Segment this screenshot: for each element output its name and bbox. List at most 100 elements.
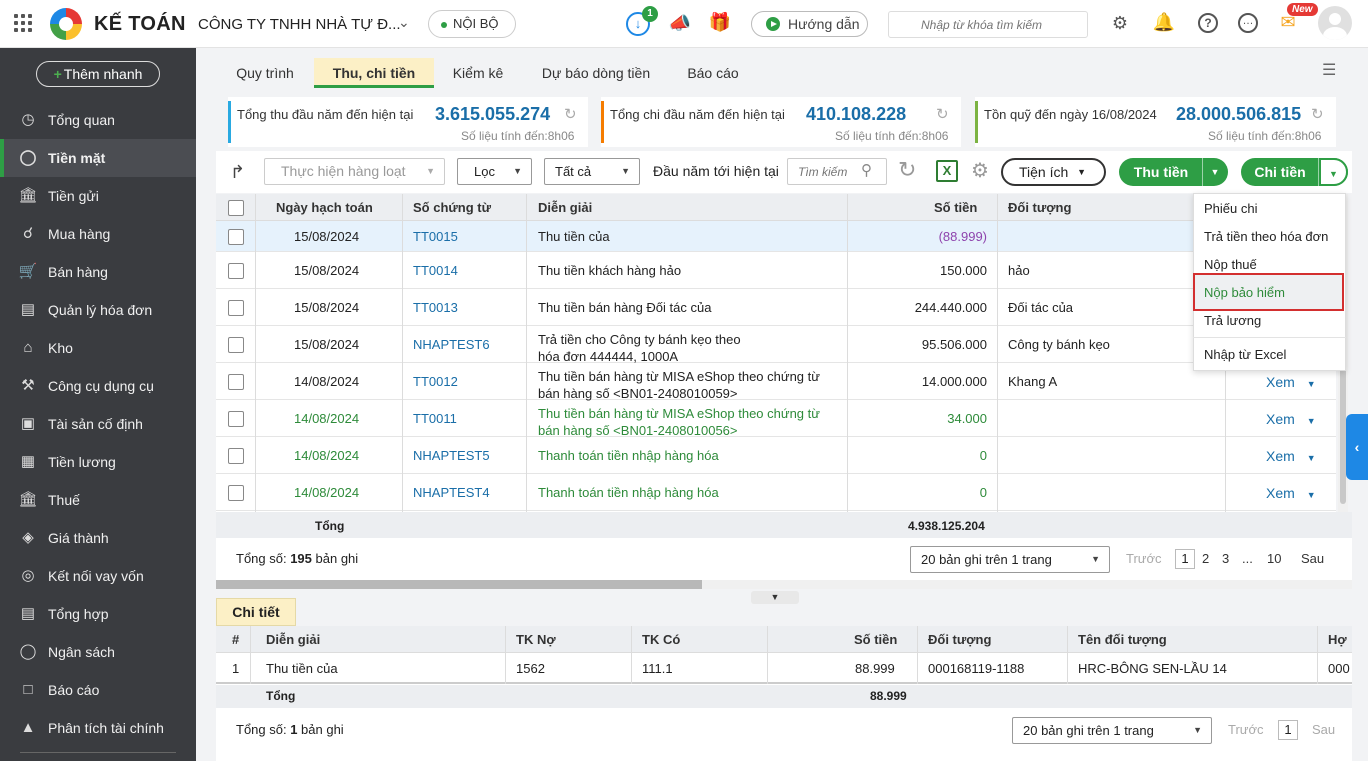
guide-button[interactable]: Hướng dẫn: [751, 11, 868, 37]
scroll-thumb[interactable]: [216, 580, 702, 589]
app-grid-icon[interactable]: [14, 14, 32, 32]
table-row[interactable]: 15/08/2024 TT0013 Thu tiền bán hàng Đối tá…: [216, 289, 1336, 326]
refresh-icon[interactable]: ↻: [564, 105, 577, 123]
row-checkbox[interactable]: [228, 337, 244, 353]
receive-money-button[interactable]: Thu tiền ▼: [1119, 158, 1228, 186]
row-doc-link[interactable]: TT0011: [413, 410, 457, 428]
detail-row[interactable]: 1 Thu tiền của 1562 111.1 88.999 0001681…: [216, 653, 1352, 684]
sidebar-item-report[interactable]: □ Báo cáo: [0, 671, 196, 709]
sidebar-item-loan[interactable]: ◎ Kết nối vay vốn: [0, 557, 196, 595]
sort-arrow-icon[interactable]: ↱: [230, 162, 245, 183]
refresh-icon[interactable]: ↻: [898, 157, 916, 183]
scope-selector[interactable]: NỘI BỘ: [428, 10, 516, 38]
bell-icon[interactable]: 🔔: [1152, 12, 1176, 33]
chevron-down-icon[interactable]: ⌄: [398, 14, 410, 31]
table-row[interactable]: 15/08/2024 TT0015 Thu tiền của (88.999): [216, 221, 1336, 252]
row-doc-link[interactable]: TT0013: [413, 299, 458, 317]
prev-page[interactable]: Trước: [1126, 551, 1162, 566]
table-row[interactable]: 14/08/2024 TT0011 Thu tiền bán hàng từ MIS…: [216, 400, 1336, 438]
row-view-button[interactable]: Xem ▼: [1266, 447, 1316, 467]
detail-page-1[interactable]: 1: [1278, 720, 1298, 740]
caret-down-icon[interactable]: ▼: [1307, 490, 1316, 500]
sidebar-item-bag[interactable]: ☌ Mua hàng: [0, 215, 196, 253]
sidebar-item-dashboard[interactable]: ◷ Tổng quan: [0, 101, 196, 139]
next-page[interactable]: Sau: [1301, 551, 1324, 566]
row-checkbox[interactable]: [228, 300, 244, 316]
page-2[interactable]: 2: [1202, 551, 1209, 566]
row-view-button[interactable]: Xem ▼: [1266, 484, 1316, 504]
add-quick-button[interactable]: + Thêm nhanh: [36, 61, 160, 87]
caret-down-icon[interactable]: ▼: [1202, 158, 1228, 186]
search-icon[interactable]: ⚲: [861, 161, 872, 179]
menu-item-pay-insurance[interactable]: Nộp bảo hiểm: [1204, 285, 1285, 300]
row-checkbox[interactable]: [228, 448, 244, 464]
caret-down-icon[interactable]: ▼: [1307, 379, 1316, 389]
settings-gear-icon[interactable]: ⚙: [1108, 13, 1132, 34]
tab-process[interactable]: Quy trình: [226, 58, 304, 88]
detail-prev-page[interactable]: Trước: [1228, 722, 1264, 737]
sidebar-item-analytics[interactable]: ▲ Phân tích tài chính: [0, 709, 196, 747]
sidebar-item-summary[interactable]: ▤ Tổng hợp: [0, 595, 196, 633]
caret-down-icon[interactable]: ▼: [1307, 416, 1316, 426]
menu-item-payment-voucher[interactable]: Phiếu chi: [1204, 201, 1257, 216]
more-icon[interactable]: …: [1238, 13, 1258, 33]
spend-money-button[interactable]: Chi tiền ▼: [1241, 158, 1348, 186]
detail-page-size-select[interactable]: 20 bản ghi trên 1 trang ▼: [1012, 717, 1212, 744]
sidebar-item-invoice[interactable]: ▤ Quản lý hóa đơn: [0, 291, 196, 329]
avatar[interactable]: [1318, 6, 1352, 40]
sidebar-item-price-tag[interactable]: ◈ Giá thành: [0, 519, 196, 557]
select-all-checkbox[interactable]: [228, 200, 244, 216]
row-checkbox[interactable]: [228, 411, 244, 427]
tab-cashflow-forecast[interactable]: Dự báo dòng tiền: [530, 58, 662, 88]
table-row[interactable]: 14/08/2024 TT0012 Thu tiền bán hàng từ MIS…: [216, 363, 1336, 401]
row-doc-link[interactable]: NHAPTEST4: [413, 484, 490, 502]
sidebar-item-budget[interactable]: ◯ Ngân sách: [0, 633, 196, 671]
sidebar-item-asset[interactable]: ▣ Tài sản cố định: [0, 405, 196, 443]
menu-item-pay-tax[interactable]: Nộp thuế: [1204, 257, 1257, 272]
utilities-button[interactable]: Tiện ích ▼: [1001, 158, 1106, 186]
horizontal-scrollbar[interactable]: [216, 580, 1352, 589]
help-icon[interactable]: ?: [1198, 13, 1218, 33]
sidebar-item-bank[interactable]: 🏛 Tiền gửi: [0, 177, 196, 215]
table-row[interactable]: 14/08/2024 NHAPTEST4 Thanh toán tiền nhập …: [216, 474, 1336, 511]
col-description[interactable]: Diễn giải: [538, 194, 592, 221]
tab-inventory-check[interactable]: Kiểm kê: [444, 58, 512, 88]
row-doc-link[interactable]: TT0015: [413, 228, 458, 246]
sidebar-item-cash[interactable]: ◯ Tiền mặt: [0, 139, 196, 177]
page-10[interactable]: 10: [1267, 551, 1281, 566]
megaphone-icon[interactable]: 📣: [668, 13, 692, 34]
col-doc-number[interactable]: Số chứng từ: [413, 194, 491, 221]
filter-button[interactable]: Lọc ▼: [457, 158, 532, 185]
caret-down-icon[interactable]: ▼: [1307, 453, 1316, 463]
refresh-icon[interactable]: ↻: [936, 105, 949, 123]
row-checkbox[interactable]: [228, 263, 244, 279]
refresh-icon[interactable]: ↻: [1311, 105, 1324, 123]
col-amount[interactable]: Số tiền: [934, 194, 977, 221]
sidebar-item-cart[interactable]: 🛒 Bán hàng: [0, 253, 196, 291]
row-doc-link[interactable]: TT0012: [413, 373, 458, 391]
bulk-action-select[interactable]: Thực hiện hàng loạt ▼: [264, 158, 445, 185]
menu-item-pay-by-invoice[interactable]: Trả tiền theo hóa đơn: [1204, 229, 1328, 244]
caret-down-icon[interactable]: ▼: [1319, 158, 1348, 186]
row-checkbox[interactable]: [228, 229, 244, 245]
gift-icon[interactable]: 🎁: [708, 12, 732, 33]
row-doc-link[interactable]: NHAPTEST5: [413, 447, 490, 465]
col-party[interactable]: Đối tượng: [1008, 194, 1071, 221]
page-3[interactable]: 3: [1222, 551, 1229, 566]
table-row[interactable]: 15/08/2024 TT0014 Thu tiền khách hàng hảo 1…: [216, 252, 1336, 289]
layout-settings-icon[interactable]: ☰: [1322, 60, 1336, 80]
tab-detail[interactable]: Chi tiết: [216, 598, 296, 626]
table-row[interactable]: 15/08/2024 NHAPTEST6 Trả tiền cho Công ty …: [216, 326, 1336, 364]
sidebar-item-warehouse[interactable]: ⌂ Kho: [0, 329, 196, 367]
row-view-button[interactable]: Xem ▼: [1266, 373, 1316, 393]
row-checkbox[interactable]: [228, 485, 244, 501]
col-date[interactable]: Ngày hạch toán: [276, 194, 373, 221]
tab-reports[interactable]: Báo cáo: [680, 58, 746, 88]
status-select[interactable]: Tất cả ▼: [544, 158, 640, 185]
sidebar-item-tools[interactable]: ⚒ Công cụ dụng cụ: [0, 367, 196, 405]
row-doc-link[interactable]: NHAPTEST6: [413, 336, 490, 354]
menu-item-import-excel[interactable]: Nhập từ Excel: [1204, 347, 1286, 362]
page-1[interactable]: 1: [1175, 549, 1195, 569]
sidebar-item-tax[interactable]: 🏛 Thuế: [0, 481, 196, 519]
global-search-input[interactable]: [888, 11, 1088, 38]
